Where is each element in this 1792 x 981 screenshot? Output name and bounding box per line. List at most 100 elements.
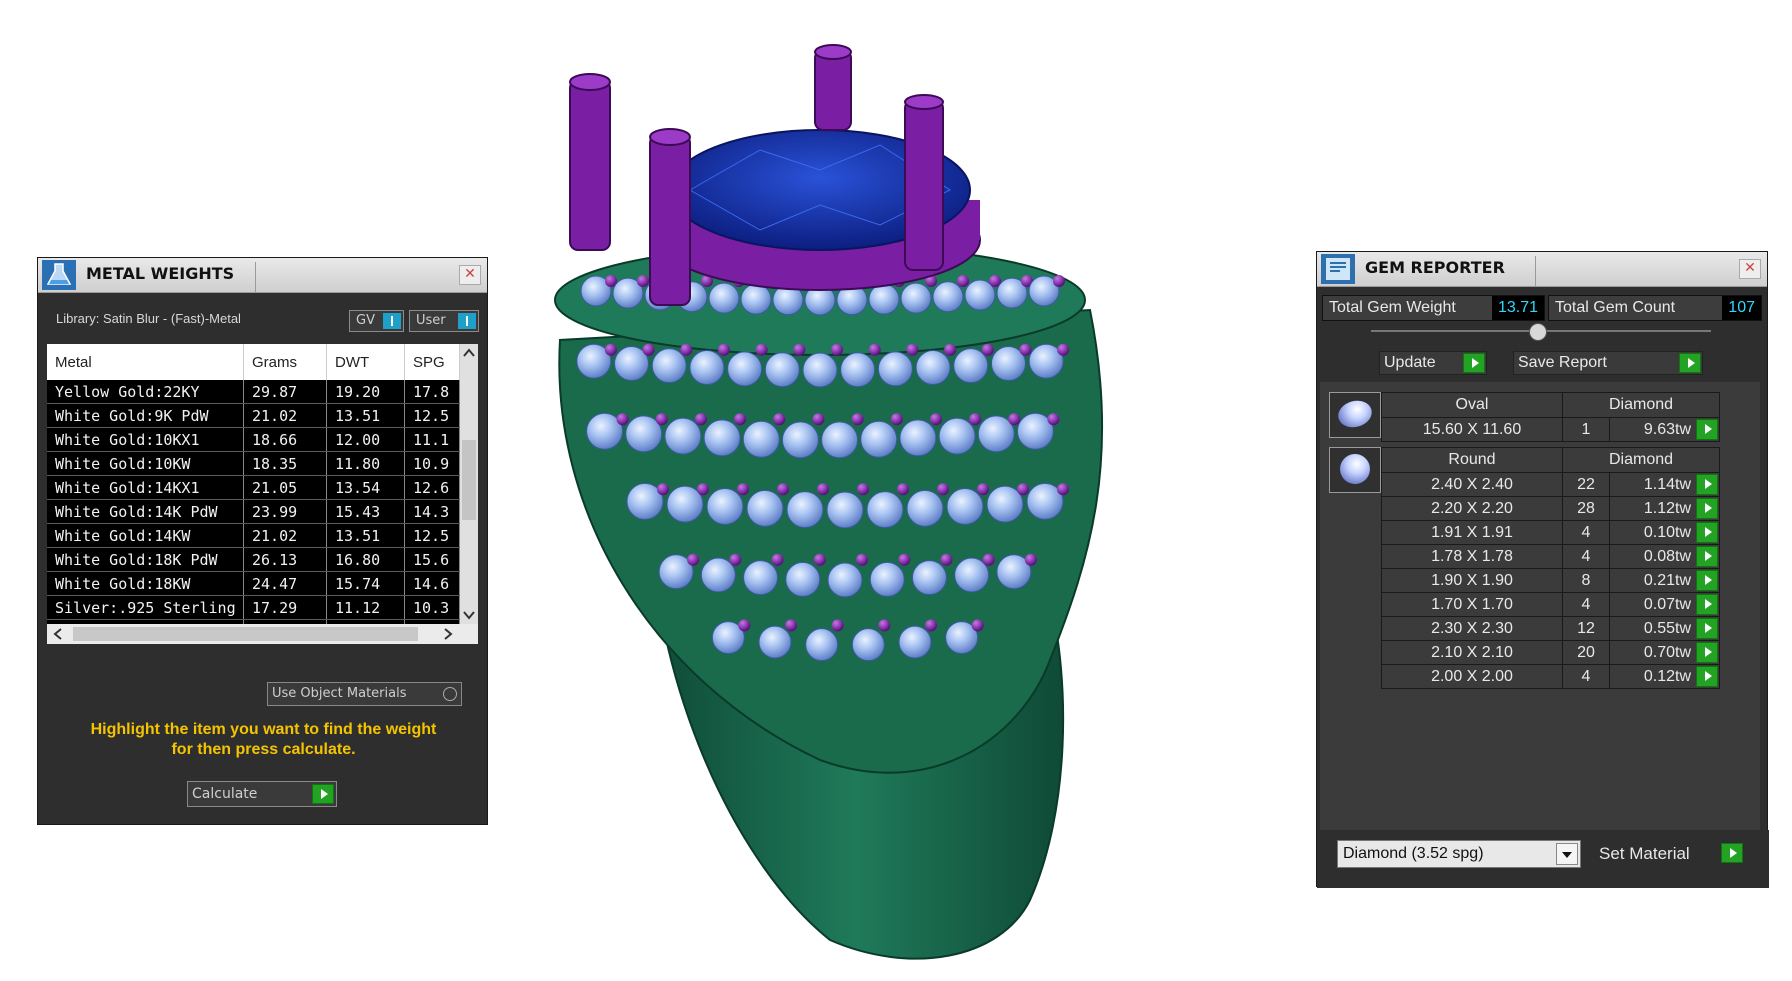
- gem-count-cell: 4: [1562, 520, 1610, 545]
- material-select[interactable]: Diamond (3.52 spg): [1337, 840, 1581, 868]
- play-arrow-icon[interactable]: [1696, 474, 1718, 495]
- prong-bead: [929, 413, 942, 426]
- column-header-spg[interactable]: SPG: [404, 344, 460, 380]
- column-header-grams[interactable]: Grams: [243, 344, 327, 380]
- dwt-cell: 15.43: [326, 499, 405, 524]
- side-stone: [938, 417, 976, 455]
- gem-count-cell: 4: [1562, 544, 1610, 569]
- metal-name-cell: White Gold:10KW: [47, 451, 244, 476]
- play-arrow-icon[interactable]: [1696, 419, 1718, 440]
- gem-slider[interactable]: [1371, 323, 1711, 341]
- gem-weight-cell: 0.21tw: [1609, 568, 1720, 593]
- prong-bead: [697, 483, 709, 496]
- dwt-cell: 15.74: [326, 571, 405, 596]
- prong-bead: [694, 413, 707, 426]
- metal-weights-panel: METAL WEIGHTS ✕ Library: Satin Blur - (F…: [37, 257, 488, 825]
- save-report-button[interactable]: Save Report: [1513, 351, 1703, 375]
- gem-row[interactable]: 2.20 X 2.20 28 1.12tw: [1381, 496, 1720, 521]
- column-header-metal[interactable]: Metal: [47, 344, 244, 380]
- gem-row[interactable]: 1.70 X 1.70 4 0.07tw: [1381, 592, 1720, 617]
- table-row[interactable]: Yellow Gold:22KY 29.87 19.20 17.8: [47, 380, 460, 404]
- table-row[interactable]: White Gold:18K PdW 26.13 16.80 15.6: [47, 547, 460, 572]
- play-arrow-icon[interactable]: [1696, 498, 1718, 519]
- prong-bead: [831, 343, 843, 356]
- user-toggle[interactable]: User: [409, 310, 479, 332]
- prong-bead: [831, 619, 844, 632]
- side-stone: [906, 489, 944, 527]
- update-button[interactable]: Update: [1379, 351, 1487, 375]
- use-object-materials-toggle[interactable]: Use Object Materials: [267, 682, 462, 706]
- table-row[interactable]: White Gold:14KX1 21.05 13.54 12.6: [47, 475, 460, 500]
- calculate-button[interactable]: Calculate: [187, 781, 337, 807]
- total-gem-count-value: 107: [1722, 296, 1761, 320]
- gem-row[interactable]: 15.60 X 11.60 1 9.63tw: [1381, 417, 1720, 442]
- table-row[interactable]: White Gold:18KW 24.47 15.74 14.6: [47, 571, 460, 596]
- spg-cell: 15.6: [404, 547, 460, 572]
- scroll-up-icon[interactable]: [460, 344, 478, 362]
- scroll-right-icon[interactable]: [439, 624, 457, 644]
- prong-bead: [971, 619, 984, 632]
- play-arrow-icon[interactable]: [1696, 666, 1718, 687]
- scroll-left-icon[interactable]: [49, 624, 67, 644]
- prong-bead: [925, 619, 937, 632]
- play-arrow-icon[interactable]: [1696, 618, 1718, 639]
- round-gem-icon[interactable]: [1329, 447, 1381, 493]
- side-stone: [805, 628, 839, 662]
- prong-bead: [773, 413, 786, 426]
- metal-table[interactable]: Metal Grams DWT SPG Yellow Gold:22KY 29.8…: [47, 344, 478, 644]
- scroll-down-icon[interactable]: [460, 606, 478, 624]
- table-row[interactable]: White Gold:14K PdW 23.99 15.43 14.3: [47, 499, 460, 524]
- oval-gem-icon[interactable]: [1329, 392, 1381, 438]
- spg-cell: 10.9: [404, 451, 460, 476]
- gem-size-cell: 1.70 X 1.70: [1381, 592, 1563, 617]
- play-arrow-icon[interactable]: [1696, 546, 1718, 567]
- column-header-dwt[interactable]: DWT: [326, 344, 405, 380]
- gem-row[interactable]: 1.78 X 1.78 4 0.08tw: [1381, 544, 1720, 569]
- play-arrow-icon[interactable]: [1696, 570, 1718, 591]
- set-material-button[interactable]: Set Material: [1595, 840, 1743, 868]
- table-row[interactable]: White Gold:10KW 18.35 11.80 10.9: [47, 451, 460, 476]
- play-arrow-icon[interactable]: [1696, 642, 1718, 663]
- dwt-cell: 11.80: [326, 451, 405, 476]
- horizontal-scrollbar[interactable]: [47, 624, 478, 644]
- gem-row[interactable]: 2.30 X 2.30 12 0.55tw: [1381, 616, 1720, 641]
- side-stone: [932, 281, 964, 313]
- prong-bead: [969, 413, 982, 426]
- table-row[interactable]: White Gold:14KW 21.02 13.51 12.5: [47, 523, 460, 548]
- scroll-thumb-horizontal[interactable]: [73, 627, 418, 641]
- side-stone: [758, 625, 792, 659]
- table-row[interactable]: Silver:.925 Sterling 17.29 11.12 10.3: [47, 595, 460, 620]
- spg-cell: 11.1: [404, 427, 460, 452]
- gem-count-cell: 4: [1562, 664, 1610, 689]
- dwt-cell: 13.51: [326, 403, 405, 428]
- gem-row[interactable]: 1.90 X 1.90 8 0.21tw: [1381, 568, 1720, 593]
- close-icon[interactable]: ✕: [459, 265, 481, 285]
- grams-cell: 21.05: [243, 475, 327, 500]
- play-arrow-icon[interactable]: [1696, 594, 1718, 615]
- gem-row[interactable]: 1.91 X 1.91 4 0.10tw: [1381, 520, 1720, 545]
- prong-bead: [1008, 413, 1021, 426]
- prong-bead: [1019, 343, 1032, 356]
- close-icon[interactable]: ✕: [1739, 259, 1761, 279]
- side-stone: [727, 351, 763, 387]
- table-row[interactable]: White Gold:10KX1 18.66 12.00 11.1: [47, 427, 460, 452]
- table-row[interactable]: White Gold:9K PdW 21.02 13.51 12.5: [47, 403, 460, 428]
- prong-bead: [981, 343, 994, 356]
- gem-row[interactable]: 2.40 X 2.40 22 1.14tw: [1381, 472, 1720, 497]
- gem-row[interactable]: 2.10 X 2.10 20 0.70tw: [1381, 640, 1720, 665]
- gem-size-cell: 1.78 X 1.78: [1381, 544, 1563, 569]
- chevron-down-icon[interactable]: [1556, 843, 1578, 865]
- play-arrow-icon[interactable]: [1696, 522, 1718, 543]
- gem-row[interactable]: 2.00 X 2.00 4 0.12tw: [1381, 664, 1720, 689]
- slider-knob[interactable]: [1529, 323, 1547, 341]
- gem-list[interactable]: Oval Diamond 15.60 X 11.60 1 9.63tw Round …: [1320, 382, 1760, 830]
- gem-weight-cell: 0.07tw: [1609, 592, 1720, 617]
- metal-name-cell: Yellow Gold:22KY: [47, 380, 244, 404]
- prong-bead: [734, 413, 747, 426]
- vertical-scrollbar[interactable]: [460, 344, 478, 624]
- prong-bead: [717, 343, 730, 356]
- gv-toggle[interactable]: GV: [349, 310, 404, 332]
- gem-reporter-titlebar[interactable]: GEM REPORTER ✕: [1317, 252, 1767, 287]
- scroll-thumb[interactable]: [462, 440, 476, 520]
- metal-weights-titlebar[interactable]: METAL WEIGHTS ✕: [38, 258, 487, 293]
